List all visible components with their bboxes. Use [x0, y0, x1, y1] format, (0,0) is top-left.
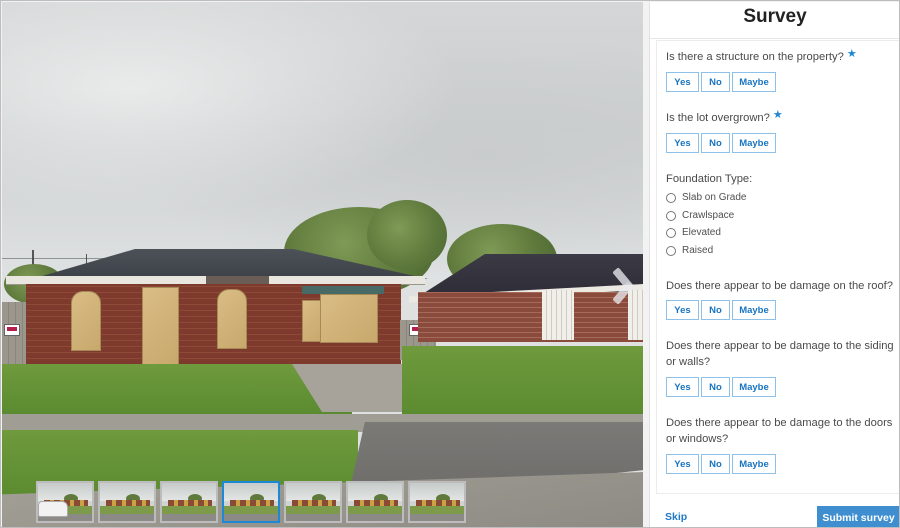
no-button[interactable]: No [701, 454, 730, 474]
maybe-button[interactable]: Maybe [732, 72, 776, 92]
overgrown-options: Yes No Maybe [666, 133, 776, 153]
maybe-button[interactable]: Maybe [732, 454, 776, 474]
required-star-icon: ★ [772, 109, 783, 121]
chevron-right-icon[interactable] [611, 266, 633, 306]
boarded-window [217, 289, 247, 349]
structure-options: Yes No Maybe [666, 72, 776, 92]
boarded-door [142, 287, 179, 365]
boarded-window [302, 300, 322, 342]
question-text: Does there appear to be damage to the si… [666, 340, 894, 368]
radio-button[interactable] [666, 245, 676, 256]
yes-button[interactable]: Yes [666, 133, 699, 153]
power-line [2, 258, 112, 259]
question-text: Does there appear to be damage to the do… [666, 417, 893, 445]
neighbor-lawn [402, 346, 643, 420]
radio-button[interactable] [666, 227, 676, 238]
maybe-button[interactable]: Maybe [732, 377, 776, 397]
radio-label: Elevated [682, 227, 721, 238]
survey-footer: Skip Submit survey [650, 494, 899, 527]
required-star-icon: ★ [846, 48, 857, 60]
yes-button[interactable]: Yes [666, 454, 699, 474]
no-button[interactable]: No [701, 133, 730, 153]
question-foundation: Foundation Type: [666, 171, 898, 187]
radio-label: Crawlspace [682, 210, 735, 221]
no-button[interactable]: No [701, 300, 730, 320]
radio-label: Raised [682, 245, 714, 256]
survey-panel: Survey Is there a structure on the prope… [649, 2, 899, 527]
street-view-photo[interactable] [2, 2, 643, 527]
thumbnail-strip [36, 481, 466, 523]
doors-damage-options: Yes No Maybe [666, 454, 776, 474]
question-roof-damage: Does there appear to be damage on the ro… [666, 278, 898, 294]
neighbor-house-door [542, 290, 574, 340]
question-structure: Is there a structure on the property? ★ [666, 48, 898, 65]
sign [4, 324, 20, 336]
thumbnail[interactable] [408, 481, 466, 523]
question-siding-damage: Does there appear to be damage to the si… [666, 338, 898, 370]
thumbnail-selected[interactable] [222, 481, 280, 523]
thumbnail[interactable] [346, 481, 404, 523]
panel-title: Survey [650, 2, 899, 39]
thumbnail[interactable] [36, 481, 94, 523]
roof-damage-options: Yes No Maybe [666, 300, 776, 320]
maybe-button[interactable]: Maybe [732, 300, 776, 320]
radio-raised[interactable]: Raised [666, 245, 713, 256]
car [38, 501, 68, 517]
boarded-window [71, 291, 101, 351]
no-button[interactable]: No [701, 72, 730, 92]
neighbor-house-wall [418, 292, 643, 342]
submit-survey-button[interactable]: Submit survey [817, 506, 899, 527]
yes-button[interactable]: Yes [666, 72, 699, 92]
thumbnail[interactable] [284, 481, 342, 523]
thumbnail[interactable] [160, 481, 218, 523]
radio-slab-on-grade[interactable]: Slab on Grade [666, 192, 747, 203]
survey-form: Is there a structure on the property? ★ Y… [656, 40, 899, 494]
yes-button[interactable]: Yes [666, 377, 699, 397]
yes-button[interactable]: Yes [666, 300, 699, 320]
house-trim [302, 286, 384, 294]
maybe-button[interactable]: Maybe [732, 133, 776, 153]
tree [367, 200, 447, 270]
radio-button[interactable] [666, 192, 676, 203]
no-button[interactable]: No [701, 377, 730, 397]
siding-damage-options: Yes No Maybe [666, 377, 776, 397]
radio-button[interactable] [666, 210, 676, 221]
radio-label: Slab on Grade [682, 192, 747, 203]
question-doors-damage: Does there appear to be damage to the do… [666, 415, 898, 447]
question-text: Does there appear to be damage on the ro… [666, 280, 894, 292]
question-text: Is the lot overgrown? [666, 112, 770, 124]
app-frame: Survey Is there a structure on the prope… [0, 0, 900, 528]
radio-elevated[interactable]: Elevated [666, 227, 721, 238]
question-text: Foundation Type: [666, 173, 753, 185]
radio-crawlspace[interactable]: Crawlspace [666, 210, 734, 221]
question-text: Is there a structure on the property? [666, 51, 844, 63]
skip-link[interactable]: Skip [665, 511, 687, 523]
boarded-window [320, 294, 378, 343]
question-overgrown: Is the lot overgrown? ★ [666, 109, 898, 126]
thumbnail[interactable] [98, 481, 156, 523]
